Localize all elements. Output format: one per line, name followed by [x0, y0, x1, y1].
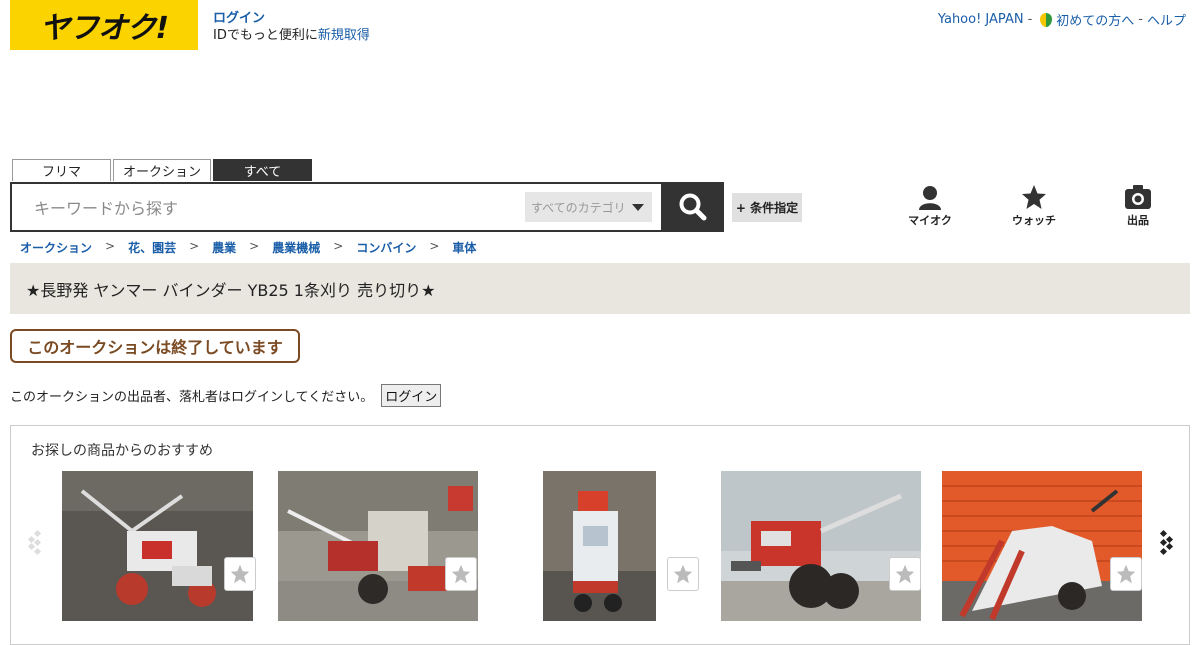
login-sub-text: IDでもっと便利に: [213, 28, 318, 43]
search-icon: [679, 193, 707, 221]
watch-list-button[interactable]: ウォッチ: [1004, 184, 1064, 228]
watch-add-button[interactable]: [889, 557, 921, 591]
recommend-item-photo[interactable]: [278, 471, 478, 621]
star-outline-icon: [230, 564, 250, 584]
my-auction-label: マイオク: [908, 214, 952, 227]
recommend-item-photo[interactable]: [942, 471, 1142, 621]
beginner-mark-icon: [1040, 12, 1053, 27]
yahoo-japan-link[interactable]: Yahoo! JAPAN: [938, 12, 1024, 27]
condition-button[interactable]: + 条件指定: [732, 193, 802, 222]
user-nav: マイオク ウォッチ 出品: [900, 184, 1170, 234]
watch-label: ウォッチ: [1012, 214, 1056, 227]
notice-login-button[interactable]: ログイン: [381, 384, 442, 407]
watch-add-button[interactable]: [224, 557, 256, 591]
item-title: ★長野発 ヤンマー バインダー YB25 1条刈り 売り切り★: [26, 280, 436, 300]
tab-auction[interactable]: オークション: [113, 159, 211, 181]
link-separator: -: [1138, 12, 1143, 27]
camera-icon: [1125, 185, 1151, 209]
caret-down-icon: [632, 204, 644, 211]
tiller-photo: [62, 471, 253, 621]
star-outline-icon: [451, 564, 471, 584]
yahuoku-logo[interactable]: ヤフオク!: [10, 0, 198, 50]
cart-photo: [543, 471, 656, 621]
breadcrumb-agriculture[interactable]: 農業: [212, 239, 236, 256]
login-notice-text: このオークションの出品者、落札者はログインしてください。: [10, 390, 374, 405]
carousel-prev-icon[interactable]: [25, 528, 45, 558]
breadcrumb: オークション > 花、園芸 > 農業 > 農業機械 > コンバイン > 車体: [20, 239, 476, 256]
breadcrumb-separator: >: [189, 239, 200, 253]
sell-button[interactable]: 出品: [1108, 184, 1168, 228]
watch-add-button[interactable]: [445, 557, 477, 591]
recommend-item-photo[interactable]: [543, 471, 656, 621]
carousel-next-icon[interactable]: [1156, 528, 1176, 558]
breadcrumb-combine[interactable]: コンバイン: [356, 239, 416, 256]
recommend-item-photo[interactable]: [721, 471, 921, 621]
breadcrumb-separator: >: [429, 239, 440, 253]
login-notice: このオークションの出品者、落札者はログインしてください。 ログイン: [10, 384, 442, 407]
search-box: すべてのカテゴリ: [10, 182, 663, 232]
binder-photo: [278, 471, 478, 621]
star-outline-icon: [673, 564, 693, 584]
category-select[interactable]: すべてのカテゴリ: [525, 192, 652, 222]
recommendation-title: お探しの商品からのおすすめ: [31, 443, 213, 459]
watch-add-button[interactable]: [1110, 557, 1142, 591]
breadcrumb-auction[interactable]: オークション: [20, 239, 92, 256]
search-button[interactable]: [662, 182, 724, 232]
search-input[interactable]: [32, 195, 516, 221]
watch-add-button[interactable]: [667, 557, 699, 591]
star-outline-icon: [1116, 564, 1136, 584]
recommendation-panel: お探しの商品からのおすすめ: [10, 425, 1190, 645]
breadcrumb-flowers-garden[interactable]: 花、園芸: [128, 239, 176, 256]
breadcrumb-separator: >: [333, 239, 344, 253]
register-link[interactable]: 新規取得: [318, 28, 370, 43]
link-separator: -: [1027, 12, 1033, 27]
walk-tractor-photo: [721, 471, 921, 621]
auction-ended-badge: このオークションは終了しています: [10, 329, 300, 363]
item-title-bar: ★長野発 ヤンマー バインダー YB25 1条刈り 売り切り★: [10, 263, 1190, 314]
category-select-label: すべてのカテゴリ: [531, 200, 626, 215]
tab-all[interactable]: すべて: [213, 159, 312, 181]
sell-label: 出品: [1127, 214, 1149, 227]
search-tabs: フリマ オークション すべて: [12, 159, 312, 181]
breadcrumb-separator: >: [249, 239, 260, 253]
star-outline-icon: [895, 564, 915, 584]
help-link[interactable]: ヘルプ: [1147, 10, 1186, 29]
breadcrumb-machine-body[interactable]: 車体: [452, 239, 476, 256]
tab-flea-market[interactable]: フリマ: [12, 159, 111, 181]
harvester-photo: [942, 471, 1142, 621]
login-box: ログイン IDでもっと便利に新規取得: [213, 10, 370, 44]
recommend-item-photo[interactable]: [62, 471, 253, 621]
breadcrumb-farm-machinery[interactable]: 農業機械: [272, 239, 320, 256]
star-icon: [1022, 185, 1046, 209]
header-login-link[interactable]: ログイン: [213, 10, 370, 27]
top-right-links: Yahoo! JAPAN - 初めての方へ - ヘルプ: [938, 10, 1186, 29]
breadcrumb-separator: >: [105, 239, 116, 253]
beginner-link[interactable]: 初めての方へ: [1056, 10, 1134, 29]
my-auction-button[interactable]: マイオク: [900, 184, 960, 228]
user-icon: [919, 186, 941, 210]
